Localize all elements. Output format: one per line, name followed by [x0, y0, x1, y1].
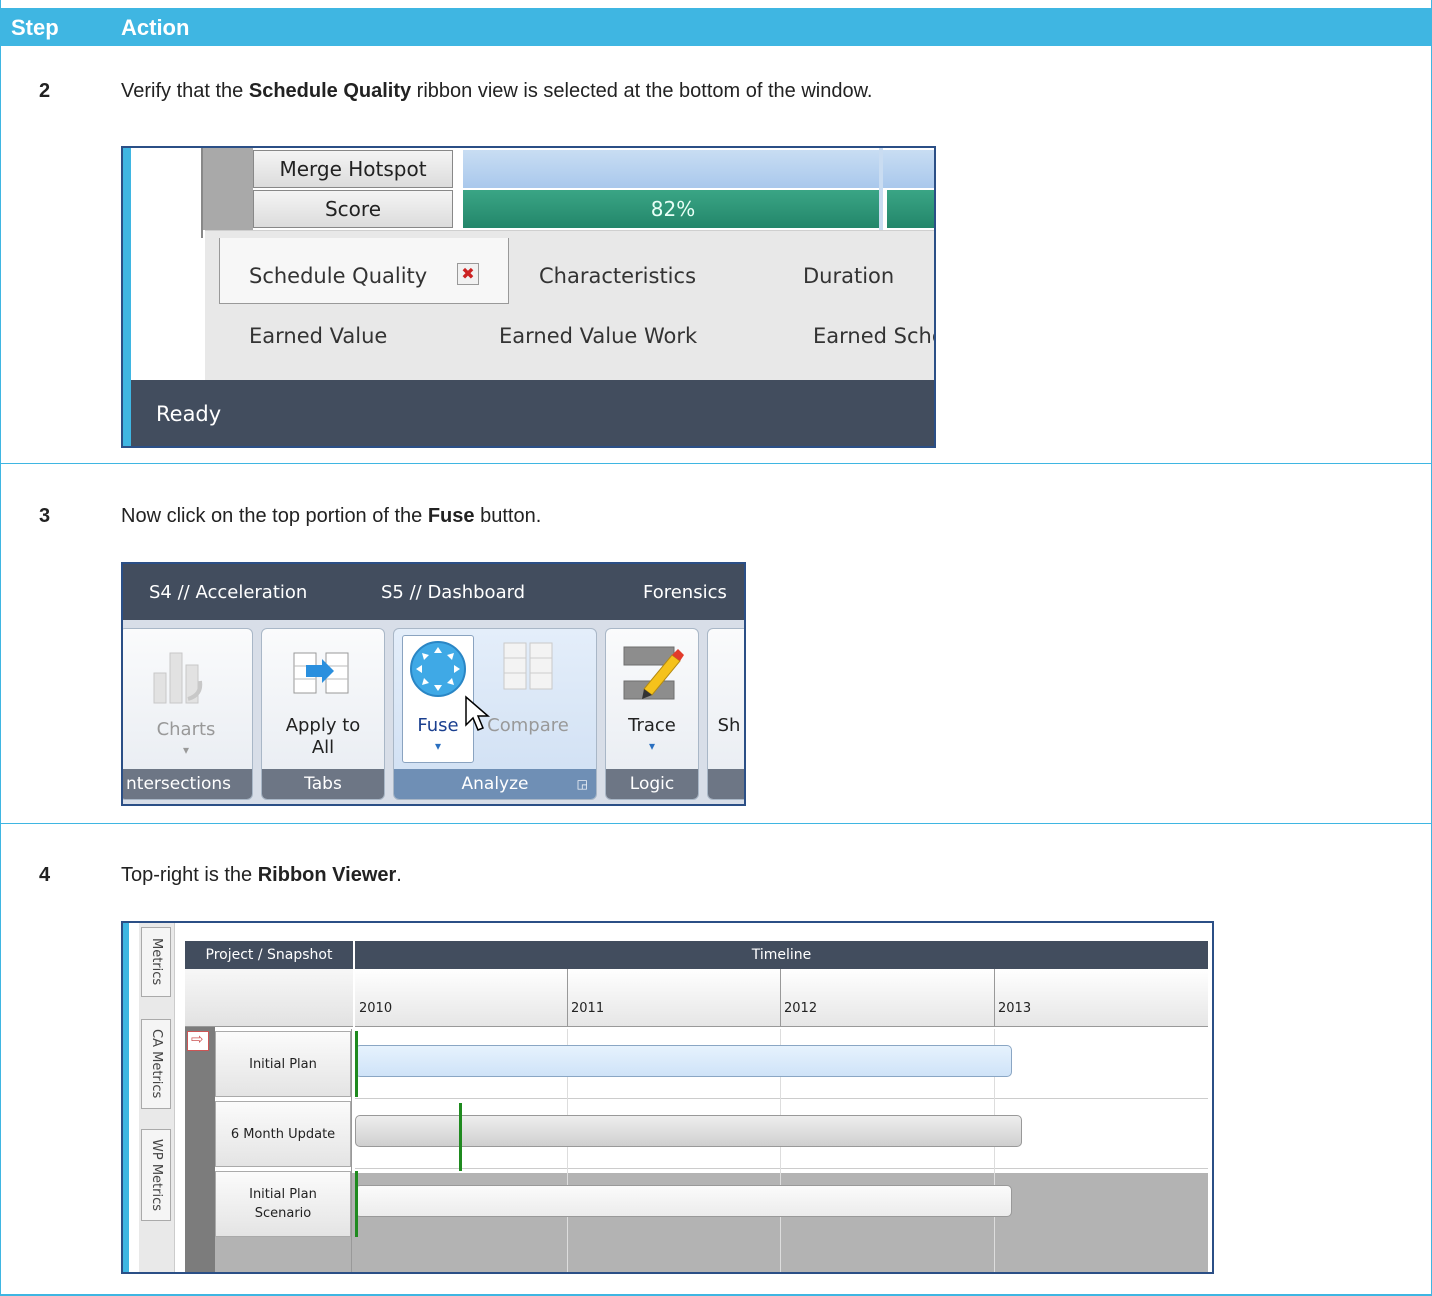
timeline-header: Timeline: [355, 941, 1208, 969]
snapshot-label-line2: Scenario: [254, 1206, 312, 1221]
tab-earned-schedule[interactable]: Earned Sche: [813, 324, 934, 348]
year-2012: 2012: [784, 1001, 818, 1016]
tab-dashboard[interactable]: S5 // Dashboard: [381, 582, 525, 603]
screenshot-schedule-quality: Merge Hotspot Score 82% Schedule Quality…: [121, 146, 936, 448]
year-2013: 2013: [998, 1001, 1032, 1016]
snapshot-label: Initial Plan: [249, 1187, 317, 1202]
status-date-marker: [355, 1171, 358, 1237]
score-button[interactable]: Score: [253, 190, 453, 228]
timeline-bar[interactable]: [355, 1185, 1012, 1217]
group-label-logic: Logic: [606, 769, 698, 799]
cursor-icon: [465, 695, 491, 731]
step-instruction: Now click on the top portion of the Fuse…: [121, 505, 541, 528]
timeline-years: 2010 2011 2012 2013: [355, 969, 1208, 1027]
row-divider: [1, 463, 1432, 464]
window-edge: [123, 148, 131, 446]
instruction-table: Step Action 2 Verify that the Schedule Q…: [0, 0, 1432, 1296]
row-header-column: [203, 148, 253, 230]
tab-ca-metrics[interactable]: CA Metrics: [141, 1019, 171, 1109]
metrics-sidebar: Metrics CA Metrics WP Metrics: [139, 923, 175, 1272]
merge-hotspot-button[interactable]: Merge Hotspot: [253, 150, 453, 188]
apply-to-all-icon: [293, 652, 349, 694]
group-analyze: Fuse ▾ Compare Analyze ◲: [393, 628, 597, 800]
instruction-text: button.: [474, 505, 542, 527]
tab-wp-metrics[interactable]: WP Metrics: [141, 1129, 171, 1221]
group-label-tabs: Tabs: [262, 769, 384, 799]
instruction-text: Now click on the top portion of the: [121, 505, 428, 527]
group-partial: Sh: [707, 628, 744, 800]
step-instruction: Verify that the Schedule Quality ribbon …: [121, 80, 873, 103]
close-icon[interactable]: ✖: [457, 263, 479, 285]
group-tabs: Apply to All Tabs: [261, 628, 385, 800]
trace-button[interactable]: Trace: [606, 715, 698, 736]
tab-earned-value[interactable]: Earned Value: [249, 324, 387, 348]
tab-schedule-quality-label: Schedule Quality: [249, 264, 428, 288]
year-2010: 2010: [359, 1001, 393, 1016]
apply-to-all-line2[interactable]: All: [262, 737, 384, 758]
current-row-indicator-icon: ⇨: [187, 1030, 209, 1051]
project-subheader: [185, 969, 353, 1027]
snapshot-initial-plan[interactable]: Initial Plan: [215, 1031, 351, 1097]
chevron-down-icon: ▾: [648, 739, 656, 753]
merge-hotspot-band: [463, 150, 934, 188]
step-number: 2: [39, 80, 51, 102]
snapshot-label: Initial Plan: [249, 1056, 317, 1072]
group-logic: Trace ▾ Logic: [605, 628, 699, 800]
instruction-bold: Fuse: [427, 505, 475, 527]
group-label-analyze: Analyze ◲: [394, 769, 596, 799]
tab-earned-value-work[interactable]: Earned Value Work: [499, 324, 697, 348]
apply-to-all-line1[interactable]: Apply to: [262, 715, 384, 736]
snapshot-label: 6 Month Update: [230, 1126, 336, 1142]
instruction-text: .: [396, 864, 402, 886]
tab-acceleration[interactable]: S4 // Acceleration: [149, 582, 307, 603]
fuse-icon: [410, 641, 466, 697]
chevron-down-icon: ▾: [434, 739, 442, 753]
dialog-launcher-icon[interactable]: ◲: [577, 769, 588, 799]
group-label-intersections: ntersections: [123, 769, 252, 799]
snapshot-6-month-update[interactable]: 6 Month Update: [215, 1101, 351, 1167]
compare-icon: [503, 642, 553, 690]
snapshot-initial-plan-scenario[interactable]: Initial Plan Scenario: [215, 1171, 351, 1237]
year-2011: 2011: [571, 1001, 605, 1016]
tab-metrics[interactable]: Metrics: [141, 927, 171, 997]
trace-icon: [623, 646, 684, 700]
tab-duration[interactable]: Duration: [803, 264, 894, 288]
screenshot-ribbon: S4 // Acceleration S5 // Dashboard Foren…: [121, 562, 746, 806]
header-step: Step: [11, 15, 59, 40]
status-text: Ready: [156, 402, 222, 426]
status-date-marker: [355, 1031, 358, 1097]
status-date-marker: [459, 1103, 462, 1171]
show-button-partial[interactable]: Sh: [708, 715, 744, 736]
instruction-bold: Ribbon Viewer: [257, 864, 397, 886]
group-intersections: Charts ▾ ntersections: [123, 628, 253, 800]
row-divider: [1, 823, 1432, 824]
status-bar: Ready: [131, 380, 934, 446]
score-bar-next: [887, 190, 934, 228]
charts-button[interactable]: Charts: [123, 719, 252, 740]
group-label-analyze-text: Analyze: [461, 774, 529, 794]
instruction-text: Top-right is the: [121, 864, 258, 886]
header-action: Action: [121, 15, 190, 40]
project-snapshot-header: Project / Snapshot: [185, 941, 353, 969]
tab-forensics[interactable]: Forensics: [643, 582, 727, 603]
step-instruction: Top-right is the Ribbon Viewer.: [121, 864, 402, 887]
step-number: 4: [39, 864, 51, 886]
instruction-bold: Schedule Quality: [248, 80, 412, 102]
score-bar: 82%: [463, 190, 883, 228]
screenshot-ribbon-viewer: Metrics CA Metrics WP Metrics Project / …: [121, 921, 1214, 1274]
charts-icon: [153, 652, 203, 704]
instruction-text: ribbon view is selected at the bottom of…: [411, 80, 873, 102]
tab-characteristics[interactable]: Characteristics: [539, 264, 696, 288]
timeline-bar[interactable]: [355, 1045, 1012, 1077]
step-number: 3: [39, 505, 51, 527]
window-edge: [123, 923, 129, 1272]
group-label-partial: [708, 769, 744, 799]
ribbon-tabs: S4 // Acceleration S5 // Dashboard Foren…: [123, 564, 744, 620]
chevron-down-icon: ▾: [182, 743, 190, 757]
table-header: Step Action: [1, 8, 1432, 46]
instruction-text: Verify that the: [121, 80, 249, 102]
timeline-bar[interactable]: [355, 1115, 1022, 1147]
